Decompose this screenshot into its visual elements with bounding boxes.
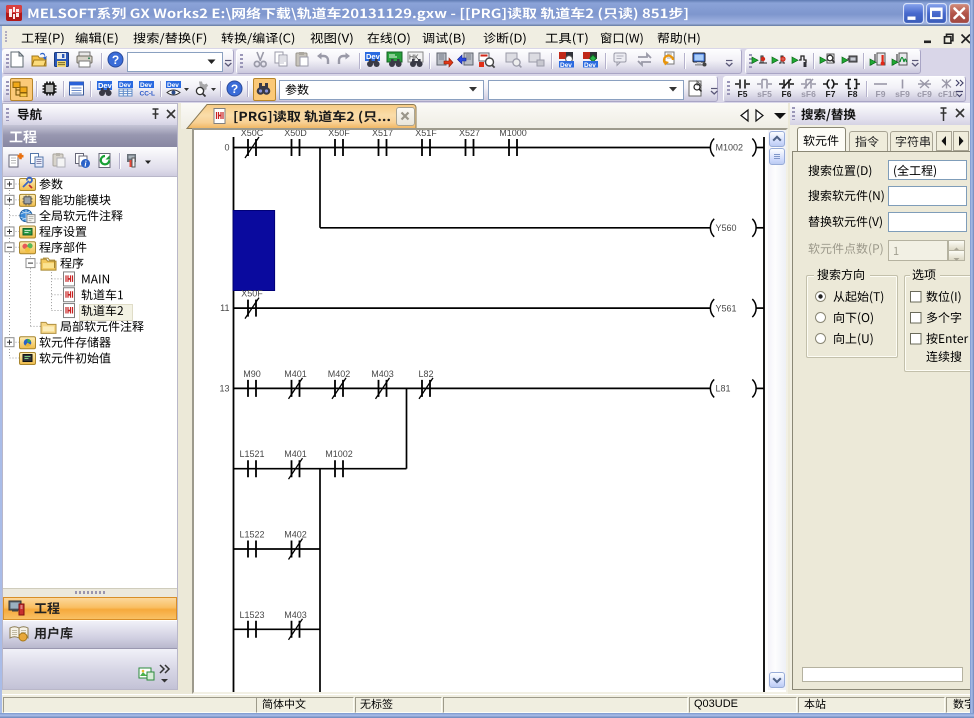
svg-text:M1002: M1002 [325, 449, 353, 459]
svg-text:L81: L81 [716, 384, 731, 394]
svg-text:M402: M402 [328, 369, 351, 379]
svg-text:Dev: Dev [366, 52, 381, 61]
svg-text:X517: X517 [372, 130, 393, 138]
svg-text:X51F: X51F [415, 130, 437, 138]
svg-text:?: ? [231, 82, 238, 96]
svg-text:M1000: M1000 [499, 130, 527, 138]
svg-text:11: 11 [220, 303, 229, 313]
svg-text:X50D: X50D [284, 130, 307, 138]
svg-text:M403: M403 [284, 610, 307, 620]
svg-text:L1521: L1521 [239, 449, 264, 459]
svg-text:M1002: M1002 [716, 143, 744, 153]
svg-text:Dev: Dev [584, 62, 596, 69]
svg-text:M402: M402 [284, 530, 307, 540]
svg-text:X50C: X50C [241, 130, 264, 138]
svg-text:M403: M403 [371, 369, 394, 379]
svg-text:X527: X527 [459, 130, 480, 138]
svg-text:Y560: Y560 [716, 223, 737, 233]
svg-text:Y561: Y561 [716, 303, 737, 313]
svg-text:M401: M401 [284, 449, 307, 459]
svg-text:L82: L82 [418, 369, 433, 379]
svg-text:M401: M401 [284, 369, 307, 379]
svg-text:Dev: Dev [560, 62, 572, 69]
svg-text:L1523: L1523 [239, 610, 264, 620]
svg-text:13: 13 [219, 383, 229, 393]
svg-text:0: 0 [224, 143, 229, 153]
svg-text:X50F: X50F [241, 289, 263, 299]
svg-text:L1522: L1522 [239, 530, 264, 540]
svg-text:M90: M90 [243, 369, 261, 379]
svg-text:X50F: X50F [328, 130, 350, 138]
